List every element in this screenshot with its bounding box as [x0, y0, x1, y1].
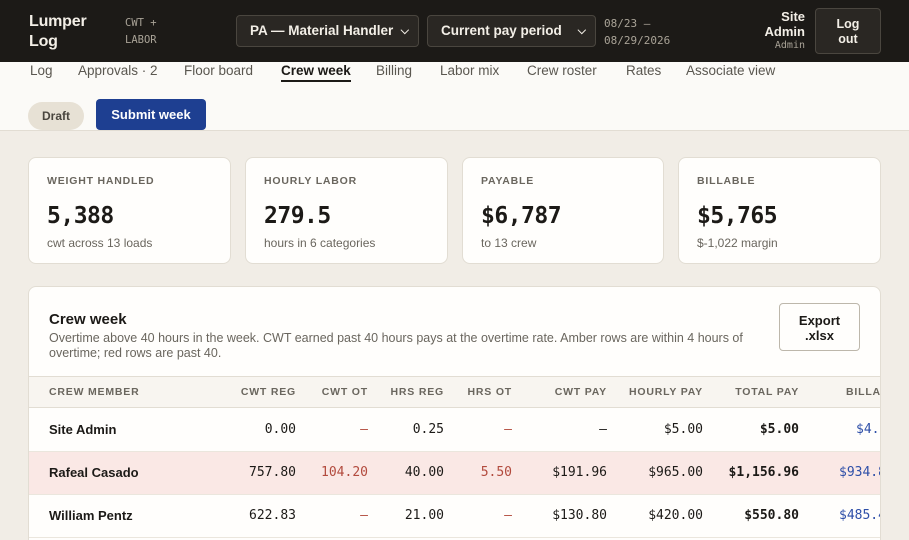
hrs-reg: 0.25: [412, 422, 444, 437]
crew-week-panel: Crew week Overtime above 40 hours in the…: [28, 286, 881, 540]
hrs-ot: —: [504, 508, 512, 523]
cwt-pay: $191.96: [552, 465, 607, 480]
user-name-line2: Admin: [764, 24, 805, 39]
cwt-reg: 622.83: [249, 508, 296, 523]
period-end: 08/29/2026: [604, 34, 671, 47]
column-header[interactable]: TOTAL PAY: [735, 377, 799, 407]
crew-member-name: Site Admin: [49, 422, 117, 437]
app-title-line1: Lumper: [29, 13, 87, 30]
cwt-pay: —: [599, 422, 607, 437]
cwt-reg: 757.80: [249, 465, 296, 480]
stat-label: WEIGHT HANDLED: [47, 175, 155, 187]
stat-sub: hours in 6 categories: [264, 236, 376, 250]
tab-crew-week[interactable]: Crew week: [281, 62, 351, 82]
period-select-value: Current pay period: [441, 23, 562, 38]
stat-label: PAYABLE: [481, 175, 535, 187]
stat-value: 5,388: [47, 203, 114, 229]
stat-label: BILLABLE: [697, 175, 756, 187]
user-name-line1: Site: [781, 9, 805, 24]
logout-label-line2: out: [838, 32, 858, 46]
draft-badge: Draft: [28, 102, 84, 130]
panel-title: Crew week: [49, 311, 127, 328]
column-header[interactable]: CREW MEMBER: [49, 377, 139, 407]
period-start: 08/23 –: [604, 17, 651, 30]
stat-value: $6,787: [481, 203, 562, 229]
billable: $485.40: [839, 508, 880, 523]
stat-sub: to 13 crew: [481, 236, 537, 250]
tab-crew-roster[interactable]: Crew roster: [527, 62, 597, 80]
hourly-pay: $965.00: [648, 465, 703, 480]
column-header[interactable]: CWT REG: [241, 377, 296, 407]
logout-label-line1: Log: [836, 17, 860, 31]
cwt-ot: —: [360, 508, 368, 523]
stat-label: HOURLY LABOR: [264, 175, 358, 187]
total-pay: $5.00: [759, 422, 799, 437]
panel-description: Overtime above 40 hours in the week. CWT…: [49, 331, 743, 360]
tab-approvals[interactable]: Approvals · 2: [78, 62, 158, 80]
hrs-ot: —: [504, 422, 512, 437]
app-logo[interactable]: Lumper Log: [29, 12, 87, 52]
column-header[interactable]: HRS OT: [468, 377, 512, 407]
stat-card-billable: BILLABLE $5,765 $-1,022 margin: [678, 157, 881, 264]
hourly-pay: $5.00: [663, 422, 703, 437]
tab-labor-mix[interactable]: Labor mix: [440, 62, 499, 80]
stat-value: 279.5: [264, 203, 331, 229]
column-header[interactable]: CWT PAY: [555, 377, 607, 407]
column-header[interactable]: HOURLY PAY: [629, 377, 703, 407]
table-row[interactable]: Site Admin 0.00 — 0.25 — — $5.00 $5.00 $…: [29, 409, 880, 452]
period-select[interactable]: Current pay period ⌵: [427, 15, 596, 47]
cwt-pay: $130.80: [552, 508, 607, 523]
total-pay: $1,156.96: [728, 465, 799, 480]
tab-rates[interactable]: Rates: [626, 62, 661, 80]
period-range: 08/23 – 08/29/2026: [604, 15, 704, 49]
tab-associate-view[interactable]: Associate view: [686, 62, 775, 80]
billable: $4.00: [856, 422, 880, 437]
table-row[interactable]: William Pentz 622.83 — 21.00 — $130.80 $…: [29, 495, 880, 538]
column-header[interactable]: CWT OT: [322, 377, 368, 407]
stat-value: $5,765: [697, 203, 778, 229]
column-header[interactable]: BILLABLE: [846, 377, 880, 407]
stat-card-weight: WEIGHT HANDLED 5,388 cwt across 13 loads: [28, 157, 231, 264]
nav-bar: Log Approvals · 2 Floor board Crew week …: [0, 62, 909, 131]
export-label-line2: .xlsx: [805, 328, 834, 343]
cwt-reg: 0.00: [264, 422, 296, 437]
top-bar: Lumper Log CWT + LABOR PA — Material Han…: [0, 0, 909, 62]
export-label-line1: Export: [798, 313, 841, 328]
role-select-value: PA — Material Handler: [250, 23, 394, 38]
app-title-line2: Log: [29, 33, 58, 50]
total-pay: $550.80: [744, 508, 799, 523]
user-info: Site Admin Admin: [715, 9, 805, 53]
crew-member-name: William Pentz: [49, 508, 133, 523]
cwt-ot: 104.20: [321, 465, 368, 480]
tab-log[interactable]: Log: [30, 62, 53, 80]
stat-sub: $-1,022 margin: [697, 236, 778, 250]
hourly-pay: $420.00: [648, 508, 703, 523]
table-header: CREW MEMBER CWT REG CWT OT HRS REG HRS O…: [29, 376, 880, 408]
cwt-ot: —: [360, 422, 368, 437]
app-subtitle-line2: LABOR: [125, 34, 157, 46]
app-subtitle-line1: CWT +: [125, 17, 157, 29]
tab-billing[interactable]: Billing: [376, 62, 412, 80]
submit-week-button[interactable]: Submit week: [96, 99, 206, 130]
table-row[interactable]: Rafeal Casado 757.80 104.20 40.00 5.50 $…: [29, 452, 880, 495]
stat-card-hourly-labor: HOURLY LABOR 279.5 hours in 6 categories: [245, 157, 448, 264]
stat-card-payable: PAYABLE $6,787 to 13 crew: [462, 157, 664, 264]
logout-button[interactable]: Log out: [815, 8, 881, 54]
user-role: Admin: [774, 40, 805, 51]
chevron-down-icon: ⌵: [400, 25, 409, 37]
app-subtitle: CWT + LABOR: [125, 15, 185, 49]
role-select[interactable]: PA — Material Handler ⌵: [236, 15, 419, 47]
crew-member-name: Rafeal Casado: [49, 465, 139, 480]
stat-sub: cwt across 13 loads: [47, 236, 153, 250]
column-header[interactable]: HRS REG: [391, 377, 444, 407]
hrs-reg: 40.00: [404, 465, 444, 480]
billable: $934.80: [839, 465, 880, 480]
hrs-reg: 21.00: [404, 508, 444, 523]
hrs-ot: 5.50: [480, 465, 512, 480]
chevron-down-icon: ⌵: [577, 25, 586, 37]
export-xlsx-button[interactable]: Export .xlsx: [779, 303, 860, 351]
tab-floor-board[interactable]: Floor board: [184, 62, 253, 80]
